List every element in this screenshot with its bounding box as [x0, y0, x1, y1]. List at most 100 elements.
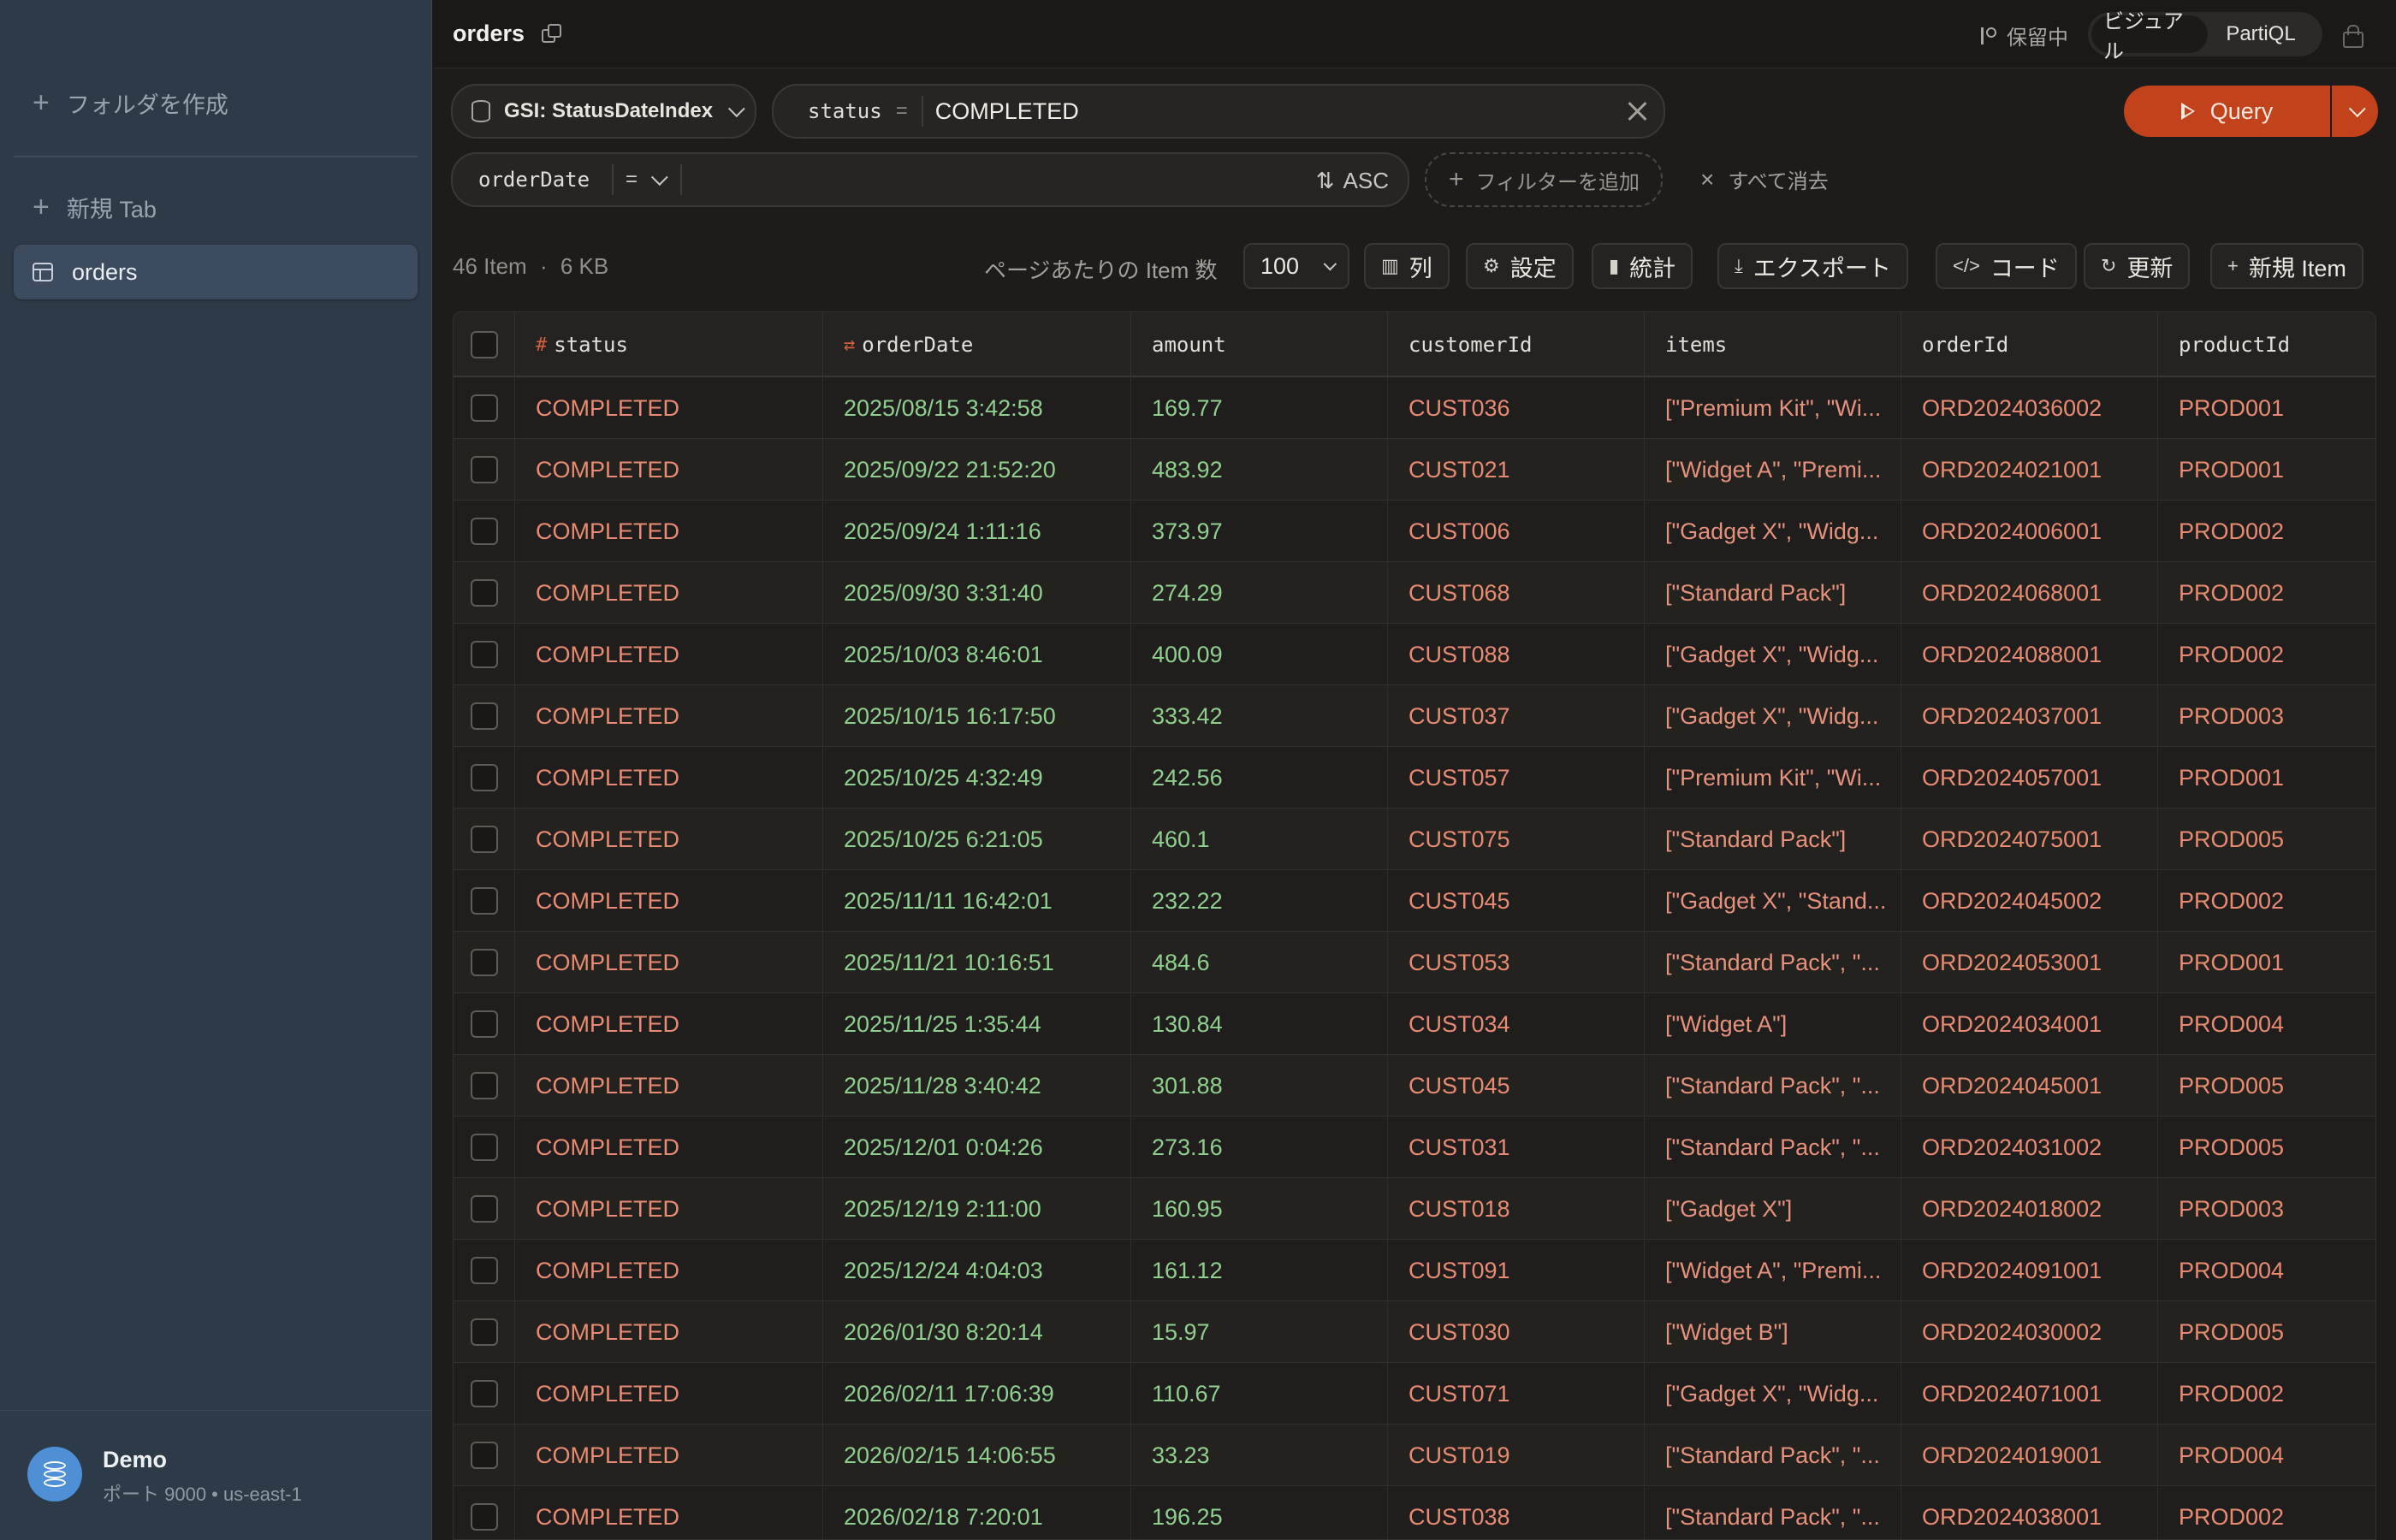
- row-checkbox[interactable]: [470, 1195, 498, 1223]
- row-checkbox[interactable]: [470, 1380, 498, 1407]
- cell-customerId[interactable]: CUST057: [1388, 747, 1645, 808]
- cell-orderId[interactable]: ORD2024021001: [1901, 439, 2158, 500]
- cell-status[interactable]: COMPLETED: [515, 1363, 823, 1424]
- cell-orderId[interactable]: ORD2024018002: [1901, 1178, 2158, 1240]
- cell-orderId[interactable]: ORD2024019001: [1901, 1424, 2158, 1486]
- cell-productId[interactable]: PROD002: [2158, 624, 2375, 685]
- cell-customerId[interactable]: CUST031: [1388, 1116, 1645, 1178]
- table-row[interactable]: COMPLETED 2025/10/25 4:32:49 242.56 CUST057…: [454, 747, 2375, 808]
- cell-customerId[interactable]: CUST045: [1388, 1055, 1645, 1116]
- cell-orderDate[interactable]: 2025/10/25 6:21:05: [823, 808, 1131, 870]
- table-row[interactable]: COMPLETED 2025/11/21 10:16:51 484.6 CUST053…: [454, 932, 2375, 993]
- column-header-orderDate[interactable]: ⇄ orderDate: [823, 312, 1131, 377]
- table-row[interactable]: COMPLETED 2025/12/01 0:04:26 273.16 CUST031…: [454, 1116, 2375, 1178]
- cell-orderId[interactable]: ORD2024053001: [1901, 932, 2158, 993]
- cell-productId[interactable]: PROD005: [2158, 1055, 2375, 1116]
- cell-productId[interactable]: PROD002: [2158, 1363, 2375, 1424]
- table-row[interactable]: COMPLETED 2026/02/15 14:06:55 33.23 CUST019…: [454, 1424, 2375, 1486]
- cell-productId[interactable]: PROD005: [2158, 1116, 2375, 1178]
- cell-orderDate[interactable]: 2025/11/25 1:35:44: [823, 993, 1131, 1055]
- cell-status[interactable]: COMPLETED: [515, 808, 823, 870]
- row-checkbox[interactable]: [470, 949, 498, 976]
- cell-productId[interactable]: PROD004: [2158, 993, 2375, 1055]
- cell-amount[interactable]: 33.23: [1131, 1424, 1388, 1486]
- table-row[interactable]: COMPLETED 2025/10/25 6:21:05 460.1 CUST075[…: [454, 808, 2375, 870]
- cell-items[interactable]: ["Gadget X"]: [1645, 1178, 1901, 1240]
- table-row[interactable]: COMPLETED 2025/11/28 3:40:42 301.88 CUST045…: [454, 1055, 2375, 1116]
- cell-customerId[interactable]: CUST053: [1388, 932, 1645, 993]
- row-checkbox[interactable]: [470, 702, 498, 730]
- cell-amount[interactable]: 196.25: [1131, 1486, 1388, 1539]
- row-checkbox[interactable]: [470, 1134, 498, 1161]
- cell-orderId[interactable]: ORD2024006001: [1901, 500, 2158, 562]
- cell-customerId[interactable]: CUST088: [1388, 624, 1645, 685]
- new-tab-button[interactable]: + 新規 Tab: [14, 180, 418, 234]
- row-checkbox[interactable]: [470, 518, 498, 545]
- index-select[interactable]: GSI: StatusDateIndex: [451, 84, 756, 139]
- cell-productId[interactable]: PROD002: [2158, 1486, 2375, 1539]
- row-checkbox[interactable]: [470, 887, 498, 915]
- table-row[interactable]: COMPLETED 2026/02/11 17:06:39 110.67 CUST07…: [454, 1363, 2375, 1424]
- per-page-select[interactable]: 100: [1243, 243, 1349, 289]
- cell-productId[interactable]: PROD001: [2158, 747, 2375, 808]
- cell-orderDate[interactable]: 2025/12/24 4:04:03: [823, 1240, 1131, 1301]
- cell-amount[interactable]: 301.88: [1131, 1055, 1388, 1116]
- sort-order-toggle[interactable]: ⇅ ASC: [1316, 168, 1389, 194]
- add-filter-button[interactable]: + フィルターを追加: [1425, 152, 1663, 207]
- cell-amount[interactable]: 333.42: [1131, 685, 1388, 747]
- cell-status[interactable]: COMPLETED: [515, 1178, 823, 1240]
- code-button[interactable]: </> コード: [1936, 243, 2077, 289]
- cell-status[interactable]: COMPLETED: [515, 993, 823, 1055]
- cell-amount[interactable]: 460.1: [1131, 808, 1388, 870]
- create-folder-button[interactable]: + フォルダを作成: [14, 75, 418, 130]
- partition-key-input[interactable]: status = COMPLETED: [772, 84, 1665, 139]
- cell-productId[interactable]: PROD002: [2158, 562, 2375, 624]
- cell-amount[interactable]: 273.16: [1131, 1116, 1388, 1178]
- cell-items[interactable]: ["Gadget X", "Widg...: [1645, 624, 1901, 685]
- stats-button[interactable]: ▮ 統計: [1592, 243, 1693, 289]
- cell-orderId[interactable]: ORD2024068001: [1901, 562, 2158, 624]
- cell-orderDate[interactable]: 2026/01/30 8:20:14: [823, 1301, 1131, 1363]
- cell-amount[interactable]: 242.56: [1131, 747, 1388, 808]
- query-options-button[interactable]: [2332, 86, 2378, 137]
- table-row[interactable]: COMPLETED 2025/12/19 2:11:00 160.95 CUST018…: [454, 1178, 2375, 1240]
- cell-customerId[interactable]: CUST068: [1388, 562, 1645, 624]
- cell-items[interactable]: ["Gadget X", "Widg...: [1645, 685, 1901, 747]
- cell-orderId[interactable]: ORD2024071001: [1901, 1363, 2158, 1424]
- cell-customerId[interactable]: CUST071: [1388, 1363, 1645, 1424]
- cell-orderDate[interactable]: 2026/02/11 17:06:39: [823, 1363, 1131, 1424]
- row-checkbox[interactable]: [470, 394, 498, 422]
- cell-items[interactable]: ["Standard Pack", "...: [1645, 932, 1901, 993]
- sidebar-item-orders[interactable]: orders: [14, 245, 418, 299]
- cell-items[interactable]: ["Standard Pack", "...: [1645, 1424, 1901, 1486]
- cell-amount[interactable]: 400.09: [1131, 624, 1388, 685]
- cell-amount[interactable]: 169.77: [1131, 377, 1388, 439]
- cell-customerId[interactable]: CUST091: [1388, 1240, 1645, 1301]
- cell-productId[interactable]: PROD001: [2158, 932, 2375, 993]
- copy-icon[interactable]: [542, 24, 562, 44]
- cell-orderDate[interactable]: 2025/10/25 4:32:49: [823, 747, 1131, 808]
- table-row[interactable]: COMPLETED 2025/10/15 16:17:50 333.42 CUST03…: [454, 685, 2375, 747]
- column-header-amount[interactable]: amount: [1131, 312, 1388, 377]
- cell-orderDate[interactable]: 2025/12/19 2:11:00: [823, 1178, 1131, 1240]
- new-item-button[interactable]: + 新規 Item: [2210, 243, 2363, 289]
- row-checkbox[interactable]: [470, 826, 498, 853]
- table-row[interactable]: COMPLETED 2025/10/03 8:46:01 400.09 CUST088…: [454, 624, 2375, 685]
- cell-orderId[interactable]: ORD2024075001: [1901, 808, 2158, 870]
- refresh-button[interactable]: ↻ 更新: [2084, 243, 2191, 289]
- cell-amount[interactable]: 110.67: [1131, 1363, 1388, 1424]
- mode-partiql-button[interactable]: PartiQL: [2208, 15, 2314, 53]
- cell-customerId[interactable]: CUST036: [1388, 377, 1645, 439]
- cell-orderDate[interactable]: 2025/11/28 3:40:42: [823, 1055, 1131, 1116]
- cell-amount[interactable]: 483.92: [1131, 439, 1388, 500]
- query-button[interactable]: Query: [2124, 86, 2330, 137]
- partition-key-value[interactable]: COMPLETED: [935, 98, 1079, 125]
- table-row[interactable]: COMPLETED 2025/11/25 1:35:44 130.84 CUST034…: [454, 993, 2375, 1055]
- column-header-customerId[interactable]: customerId: [1388, 312, 1645, 377]
- cell-status[interactable]: COMPLETED: [515, 377, 823, 439]
- cell-amount[interactable]: 15.97: [1131, 1301, 1388, 1363]
- cell-orderDate[interactable]: 2025/11/11 16:42:01: [823, 870, 1131, 932]
- cell-status[interactable]: COMPLETED: [515, 500, 823, 562]
- table-row[interactable]: COMPLETED 2025/08/15 3:42:58 169.77 CUST036…: [454, 377, 2375, 439]
- cell-productId[interactable]: PROD003: [2158, 1178, 2375, 1240]
